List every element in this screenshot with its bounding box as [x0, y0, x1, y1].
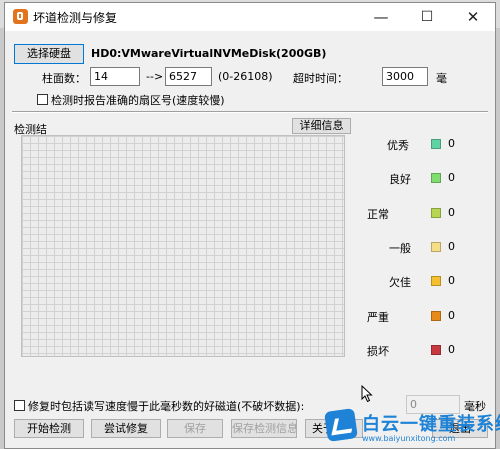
legend-swatch-fair: [431, 242, 441, 252]
save-button[interactable]: 保存: [167, 419, 223, 438]
legend-swatch-good: [431, 173, 441, 183]
watermark-url: www.baiyunxitong.com: [362, 434, 456, 443]
timeout-label: 超时时间：: [293, 72, 348, 85]
bird-logo-icon: [324, 408, 358, 442]
repair-slow-tracks-checkbox[interactable]: [14, 400, 25, 411]
legend-label-fair: 一般: [389, 242, 411, 255]
legend-swatch-normal: [431, 208, 441, 218]
legend-count-excellent: 0: [448, 137, 455, 150]
legend-count-poor: 0: [448, 274, 455, 287]
watermark-logo: 白云一键重装系统 www.baiyunxitong.com: [324, 408, 500, 449]
divider: [12, 111, 488, 113]
legend-label-poor: 欠佳: [389, 276, 411, 289]
legend-label-good: 良好: [389, 173, 411, 186]
title-bar[interactable]: 坏道检测与修复 — ☐ ✕: [5, 3, 495, 31]
legend-label-damaged: 损坏: [367, 345, 389, 358]
legend-swatch-damaged: [431, 345, 441, 355]
mouse-pointer-icon: [361, 384, 373, 406]
app-icon: [13, 9, 28, 24]
bad-sector-tool-window: 坏道检测与修复 — ☐ ✕ 选择硬盘 HD0:VMwareVirtualNVMe…: [4, 2, 496, 449]
legend-swatch-severe: [431, 311, 441, 321]
watermark-title: 白云一键重装系统: [362, 414, 500, 435]
legend-swatch-poor: [431, 276, 441, 286]
report-sector-checkbox[interactable]: [37, 94, 48, 105]
legend-label-normal: 正常: [367, 208, 389, 221]
legend-count-severe: 0: [448, 309, 455, 322]
window-title: 坏道检测与修复: [33, 11, 118, 25]
details-button[interactable]: 详细信息: [292, 118, 351, 134]
save-report-button[interactable]: 保存检测信息: [231, 419, 297, 438]
report-sector-label: 检测时报告准确的扇区号(速度较慢): [51, 94, 225, 107]
legend-count-fair: 0: [448, 240, 455, 253]
select-disk-button[interactable]: 选择硬盘: [14, 44, 84, 64]
disk-name: HD0:VMwareVirtualNVMeDisk(200GB): [91, 47, 327, 60]
legend-label-excellent: 优秀: [387, 139, 409, 152]
cylinder-range: (0-26108): [218, 70, 273, 83]
close-button[interactable]: ✕: [453, 3, 493, 31]
minimize-button[interactable]: —: [361, 3, 401, 31]
legend-label-severe: 严重: [367, 311, 389, 324]
legend-count-good: 0: [448, 171, 455, 184]
legend-swatch-excellent: [431, 139, 441, 149]
cylinders-label: 柱面数：: [42, 72, 86, 85]
cylinder-from-input[interactable]: 14: [90, 67, 140, 86]
maximize-button[interactable]: ☐: [407, 3, 447, 31]
timeout-input[interactable]: 3000: [382, 67, 428, 86]
repair-slow-tracks-label: 修复时包括读写速度慢于此毫秒数的好磁道(不破坏数据):: [28, 400, 305, 413]
try-repair-button[interactable]: 尝试修复: [91, 419, 161, 438]
legend-count-normal: 0: [448, 206, 455, 219]
legend-count-damaged: 0: [448, 343, 455, 356]
start-scan-button[interactable]: 开始检测: [14, 419, 84, 438]
cylinder-arrow: -->: [146, 70, 164, 83]
cylinder-to-input[interactable]: 6527: [165, 67, 212, 86]
sector-map-grid: [21, 135, 345, 357]
timeout-unit: 毫: [436, 72, 447, 85]
